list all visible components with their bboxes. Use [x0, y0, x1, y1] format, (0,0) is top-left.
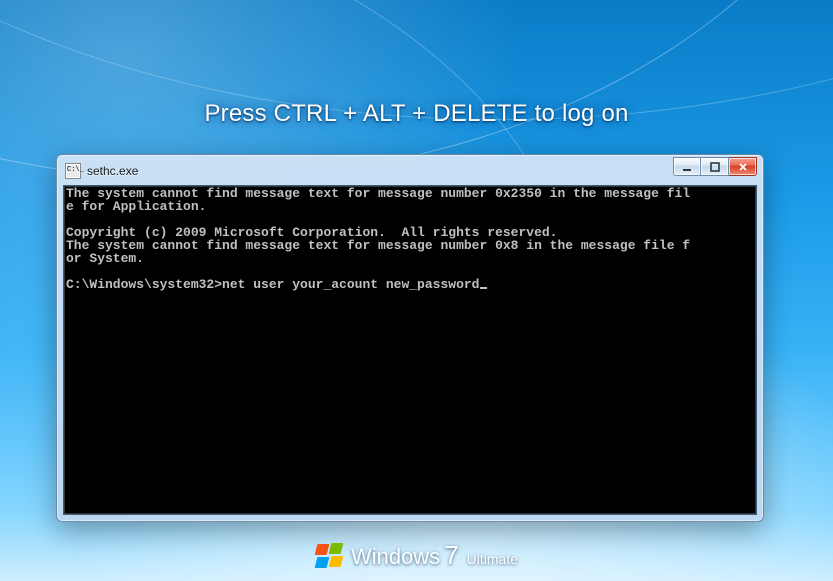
text-cursor — [480, 287, 487, 289]
brand-edition: Ultimate — [467, 551, 518, 567]
console-output[interactable]: The system cannot find message text for … — [64, 186, 756, 292]
minimize-button[interactable] — [673, 157, 701, 176]
windows-logo-icon — [315, 542, 343, 570]
command-prompt-window[interactable]: sethc.exe The system cannot find message… — [56, 154, 764, 522]
window-title: sethc.exe — [87, 164, 138, 178]
brand-product: Windows — [351, 544, 440, 570]
logon-instruction: Press CTRL + ALT + DELETE to log on — [0, 100, 833, 128]
window-controls — [673, 157, 757, 176]
maximize-button[interactable] — [701, 157, 729, 176]
titlebar[interactable]: sethc.exe — [63, 161, 757, 185]
brand-version: 7 — [444, 540, 458, 571]
windows-branding: Windows7 Ultimate — [0, 540, 833, 571]
console-client-area[interactable]: The system cannot find message text for … — [63, 185, 757, 515]
cmd-icon — [65, 163, 81, 179]
close-button[interactable] — [729, 157, 757, 176]
desktop-background: Press CTRL + ALT + DELETE to log on seth… — [0, 0, 833, 581]
